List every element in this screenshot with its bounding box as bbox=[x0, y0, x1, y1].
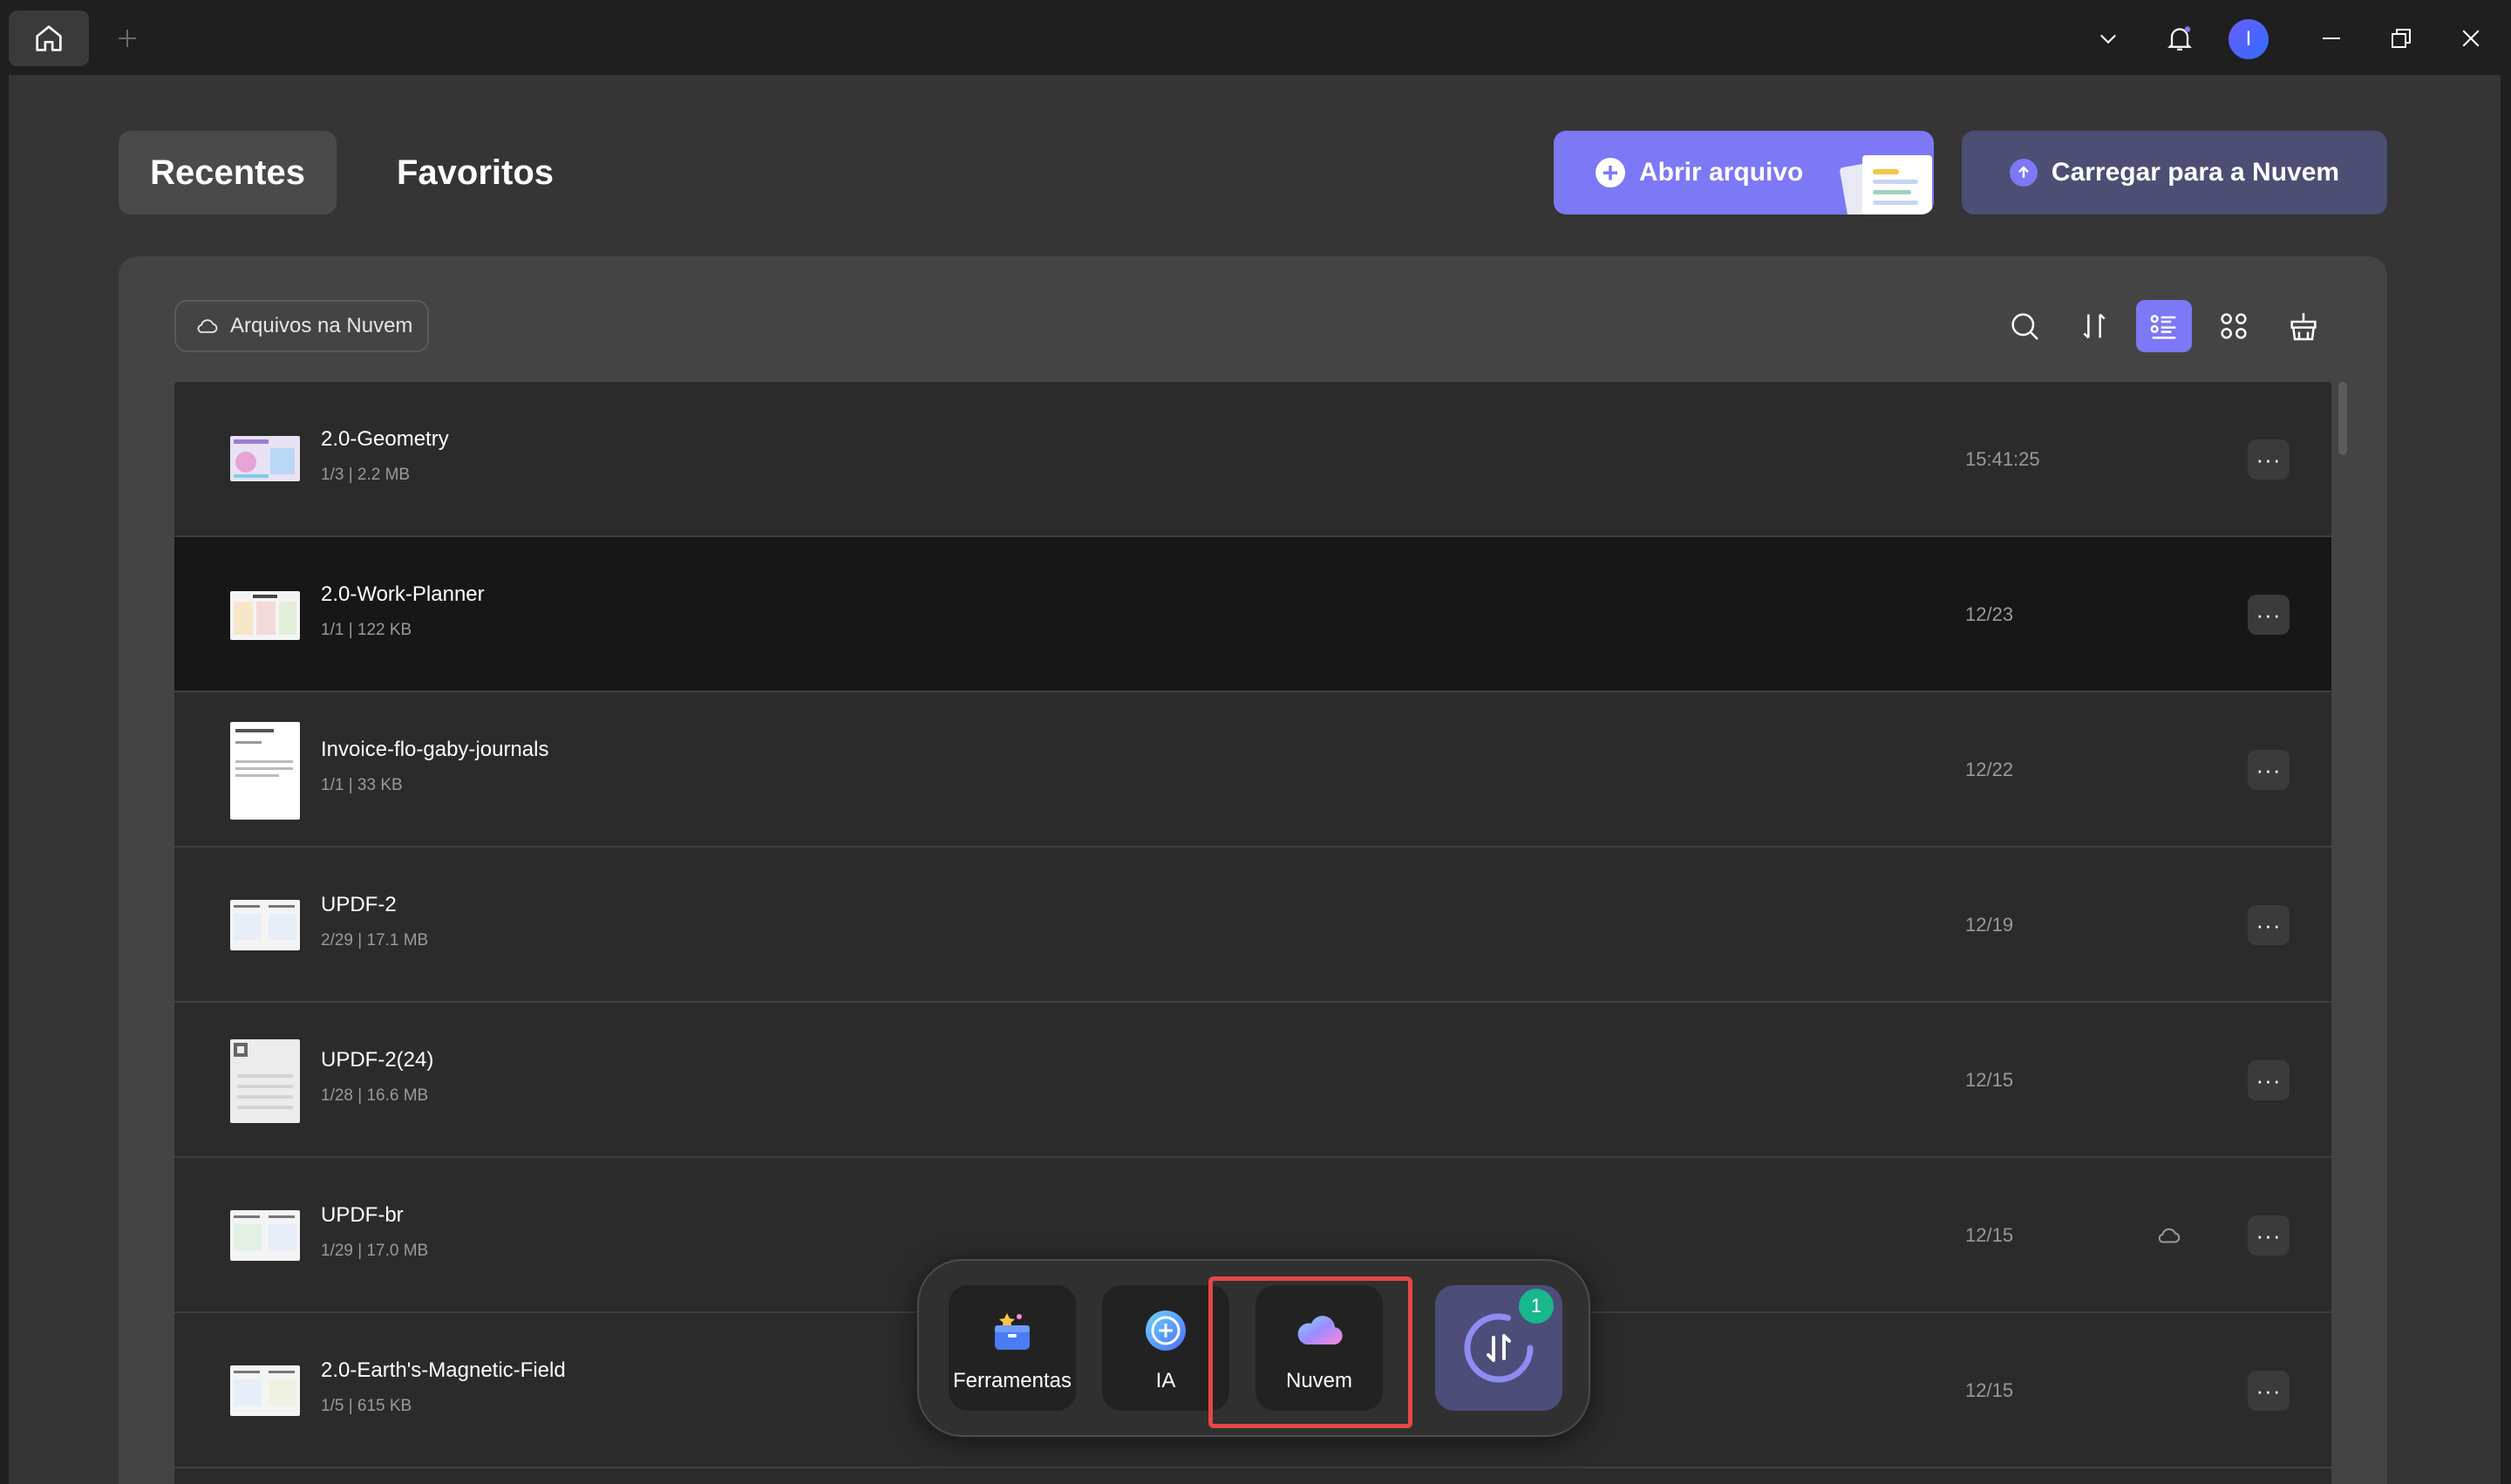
close-button[interactable] bbox=[2452, 19, 2490, 58]
list-scrollbar[interactable] bbox=[2338, 382, 2347, 455]
list-item[interactable]: 2.0-Work-Planner 1/1 | 122 KB 12/23 ··· bbox=[174, 537, 2331, 692]
title-bar: I bbox=[0, 0, 2511, 75]
list-view-button[interactable] bbox=[2136, 300, 2192, 352]
more-options-button[interactable]: ··· bbox=[2248, 750, 2290, 790]
sort-button[interactable] bbox=[2066, 300, 2122, 352]
file-name: UPDF-2(24) bbox=[321, 1048, 434, 1072]
list-item[interactable]: 2.0-Geometry 1/3 | 2.2 MB 15:41:25 ··· bbox=[174, 382, 2331, 537]
toolbox-icon bbox=[995, 1313, 1030, 1350]
clean-icon bbox=[2290, 313, 2317, 341]
file-name: UPDF-2 bbox=[321, 893, 397, 916]
more-options-button[interactable]: ··· bbox=[2248, 1371, 2290, 1411]
home-tab[interactable] bbox=[9, 10, 89, 66]
file-name: UPDF-br bbox=[321, 1203, 404, 1227]
more-options-button[interactable]: ··· bbox=[2248, 1060, 2290, 1100]
file-name: Invoice-flo-gaby-journals bbox=[321, 738, 549, 761]
more-options-button[interactable]: ··· bbox=[2248, 439, 2290, 480]
avatar[interactable]: I bbox=[2229, 19, 2269, 59]
cloud-highlight-box bbox=[1208, 1276, 1412, 1428]
search-button[interactable] bbox=[1997, 300, 2052, 352]
close-icon bbox=[2462, 30, 2480, 47]
file-meta: 1/1 | 122 KB bbox=[321, 621, 412, 639]
upload-arrow-icon bbox=[2009, 159, 2038, 187]
file-meta: 2/29 | 17.1 MB bbox=[321, 931, 429, 950]
tab-recent[interactable]: Recentes bbox=[119, 131, 337, 214]
file-date: 12/15 bbox=[1965, 1379, 2014, 1401]
minimize-icon bbox=[2323, 37, 2340, 39]
plus-icon bbox=[119, 30, 136, 47]
dock-tools-button[interactable]: Ferramentas bbox=[949, 1285, 1076, 1411]
more-options-button[interactable]: ··· bbox=[2248, 595, 2290, 635]
file-date: 12/15 bbox=[1965, 1224, 2014, 1246]
file-thumbnail bbox=[230, 1039, 300, 1123]
file-thumbnail bbox=[230, 436, 300, 481]
more-options-button[interactable]: ··· bbox=[2248, 1215, 2290, 1256]
file-name: 2.0-Earth's-Magnetic-Field bbox=[321, 1358, 566, 1382]
bell-icon bbox=[2167, 26, 2192, 51]
file-thumbnail bbox=[230, 1210, 300, 1261]
grid-view-icon bbox=[2221, 313, 2247, 339]
restore-icon bbox=[2392, 29, 2411, 48]
file-meta: 1/1 | 33 KB bbox=[321, 776, 403, 794]
upload-to-cloud-button[interactable]: Carregar para a Nuvem bbox=[1962, 131, 2387, 214]
file-meta: 1/3 | 2.2 MB bbox=[321, 466, 411, 484]
file-date: 15:41:25 bbox=[1965, 448, 2040, 470]
sync-icon bbox=[1464, 1313, 1534, 1383]
cloud-files-filter[interactable]: Arquivos na Nuvem bbox=[174, 300, 429, 352]
more-options-button[interactable]: ··· bbox=[2248, 905, 2290, 945]
dock-ai-label: IA bbox=[1155, 1369, 1176, 1392]
tab-favorites[interactable]: Favoritos bbox=[366, 131, 584, 214]
list-item[interactable]: UPDF-2 2/29 | 17.1 MB 12/19 ··· bbox=[174, 848, 2331, 1003]
search-icon bbox=[2011, 313, 2038, 340]
file-date: 12/19 bbox=[1965, 914, 2014, 936]
file-meta: 1/5 | 615 KB bbox=[321, 1397, 412, 1415]
window-frame-left bbox=[0, 75, 9, 1484]
notifications-button[interactable] bbox=[2161, 19, 2199, 58]
ai-assistant-icon bbox=[1146, 1310, 1186, 1351]
plus-circle-icon: + bbox=[1596, 158, 1625, 187]
sync-count-badge: 1 bbox=[1519, 1289, 1554, 1324]
cloud-outline-icon bbox=[197, 319, 218, 333]
grid-view-button[interactable] bbox=[2206, 300, 2262, 352]
minimize-button[interactable] bbox=[2312, 19, 2351, 58]
cloud-files-filter-label: Arquivos na Nuvem bbox=[230, 314, 413, 337]
restore-button[interactable] bbox=[2382, 19, 2420, 58]
list-view-icon bbox=[2150, 315, 2176, 339]
open-file-button[interactable]: + Abrir arquivo bbox=[1554, 131, 1934, 214]
chevron-down-icon bbox=[2100, 34, 2116, 44]
file-date: 12/23 bbox=[1965, 603, 2014, 625]
upload-to-cloud-label: Carregar para a Nuvem bbox=[2051, 158, 2340, 187]
dock-tools-label: Ferramentas bbox=[952, 1369, 1072, 1392]
sort-icon bbox=[2083, 313, 2106, 339]
new-tab-button[interactable] bbox=[110, 21, 145, 56]
file-meta: 1/29 | 17.0 MB bbox=[321, 1242, 429, 1260]
file-name: 2.0-Work-Planner bbox=[321, 582, 485, 606]
file-thumbnail bbox=[230, 1365, 300, 1416]
open-file-label: Abrir arquivo bbox=[1639, 158, 1804, 187]
list-item[interactable]: Invoice-flo-gaby-journals 1/1 | 33 KB 12… bbox=[174, 692, 2331, 848]
home-icon bbox=[36, 25, 62, 51]
list-item[interactable]: UPDF-2(24) 1/28 | 16.6 MB 12/15 ··· bbox=[174, 1003, 2331, 1158]
file-thumbnail bbox=[230, 722, 300, 820]
clean-button[interactable] bbox=[2276, 300, 2331, 352]
file-meta: 1/28 | 16.6 MB bbox=[321, 1086, 429, 1105]
file-name: 2.0-Geometry bbox=[321, 427, 449, 451]
file-date: 12/22 bbox=[1965, 759, 2014, 780]
window-frame-right bbox=[2501, 75, 2511, 1484]
file-thumbnail bbox=[230, 900, 300, 950]
dropdown-button[interactable] bbox=[2089, 19, 2127, 58]
file-thumbnail bbox=[230, 591, 300, 640]
documents-illustration-icon bbox=[1840, 155, 1932, 214]
cloud-synced-icon bbox=[2158, 1228, 2181, 1243]
file-date: 12/15 bbox=[1965, 1069, 2014, 1091]
